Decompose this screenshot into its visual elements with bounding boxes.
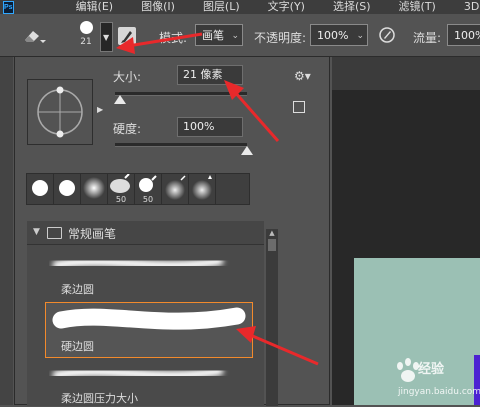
scrollbar-thumb[interactable]	[268, 239, 276, 251]
brush-name: 柔边圆压力大小	[61, 392, 138, 405]
flow-value: 100%	[454, 29, 480, 42]
watermark-text: 经验	[418, 362, 445, 377]
brush-preset-picker[interactable]: 21	[74, 18, 98, 52]
flow-input[interactable]: 100%	[447, 24, 480, 46]
brush-group-name: 常规画笔	[68, 227, 117, 241]
brush-size-label: 50	[115, 195, 127, 204]
recent-brush-hard-round[interactable]	[27, 174, 54, 204]
size-slider-thumb[interactable]	[114, 95, 127, 104]
menu-edit[interactable]: 编辑(E)	[76, 0, 114, 14]
recent-brush-hard-round[interactable]	[54, 174, 81, 204]
recent-brushes-row: 50 50	[26, 173, 250, 205]
mode-label: 模式:	[159, 31, 188, 45]
brush-preset-popup: ▶ 大小: 21 像素 硬度: 100% ⚙▾ 50 50 ▼ 常规画笔 柔边圆…	[14, 56, 330, 407]
brush-settings-panel-button[interactable]	[118, 27, 136, 45]
watermark-url: jingyan.baidu.com	[398, 387, 480, 397]
menu-select[interactable]: 选择(S)	[333, 0, 371, 14]
chevron-down-icon: ⌄	[231, 31, 239, 41]
document-tab-bar	[332, 57, 480, 90]
recent-brush-soft-round[interactable]	[162, 174, 189, 204]
mode-select[interactable]: 画笔 ⌄	[195, 24, 243, 46]
brush-list-item-selected[interactable]: 硬边圆	[35, 306, 255, 354]
recent-brush-special[interactable]: 50	[108, 173, 135, 204]
chevron-down-icon: ▼	[33, 227, 40, 237]
hardness-label: 硬度:	[113, 122, 142, 136]
chevron-down-icon: ▼	[103, 33, 110, 42]
brush-group-header[interactable]: ▼ 常规画笔	[27, 221, 264, 245]
chevron-right-icon[interactable]: ▶	[97, 105, 103, 114]
recent-brush-special[interactable]: 50	[135, 174, 162, 204]
brush-icon	[121, 31, 132, 43]
brush-name: 硬边圆	[61, 340, 94, 353]
gear-icon[interactable]: ⚙▾	[294, 69, 311, 83]
brush-list-item[interactable]: 柔边圆压力大小	[35, 363, 255, 407]
brush-list-item[interactable]: 柔边圆	[35, 253, 255, 299]
brush-name: 柔边圆	[61, 283, 94, 296]
new-preset-icon[interactable]	[293, 101, 305, 113]
brush-tip-icon	[79, 21, 93, 34]
hardness-value: 100%	[183, 120, 215, 133]
photoshop-logo-icon: Ps	[3, 0, 14, 14]
opacity-label: 不透明度:	[254, 31, 307, 45]
menu-type[interactable]: 文字(Y)	[268, 0, 305, 14]
pressure-opacity-icon[interactable]	[378, 26, 396, 44]
hardness-input[interactable]: 100%	[177, 117, 243, 137]
flow-label: 流量:	[413, 31, 442, 45]
size-input[interactable]: 21 像素	[177, 65, 243, 85]
brush-picker-dropdown[interactable]: ▼	[100, 22, 113, 52]
chevron-down-icon: ⌄	[356, 31, 364, 41]
eraser-tool-icon[interactable]	[22, 26, 48, 46]
size-slider[interactable]	[115, 92, 247, 96]
size-label: 大小:	[113, 70, 142, 84]
brush-angle-roundness-control[interactable]	[27, 79, 93, 145]
brush-size-readout: 21	[80, 37, 92, 47]
menu-bar: Ps 编辑(E) 图像(I) 图层(L) 文字(Y) 选择(S) 滤镜(T) 3…	[0, 0, 480, 14]
opacity-value: 100%	[317, 29, 349, 42]
hardness-slider-thumb[interactable]	[241, 146, 253, 155]
brush-size-label: 50	[142, 195, 154, 204]
brush-list-scrollbar[interactable]: ▲	[266, 229, 278, 406]
menu-filter[interactable]: 滤镜(T)	[399, 0, 436, 14]
menu-image[interactable]: 图像(I)	[141, 0, 175, 14]
opacity-input[interactable]: 100% ⌄	[310, 24, 368, 46]
size-value: 21 像素	[183, 68, 223, 81]
tools-panel	[0, 57, 13, 405]
mode-value: 画笔	[202, 29, 224, 42]
folder-icon	[47, 227, 62, 239]
tool-options-bar: 21 ▼ 模式: 画笔 ⌄ 不透明度: 100% ⌄ 流量: 100%	[0, 14, 480, 57]
menu-3d[interactable]: 3D(D)	[464, 0, 480, 14]
hardness-slider[interactable]	[115, 143, 247, 147]
scroll-up-icon[interactable]: ▲	[266, 229, 278, 237]
recent-brush-soft-round[interactable]	[189, 174, 216, 204]
recent-brush-soft-round[interactable]	[81, 174, 108, 204]
menu-layer[interactable]: 图层(L)	[203, 0, 240, 14]
